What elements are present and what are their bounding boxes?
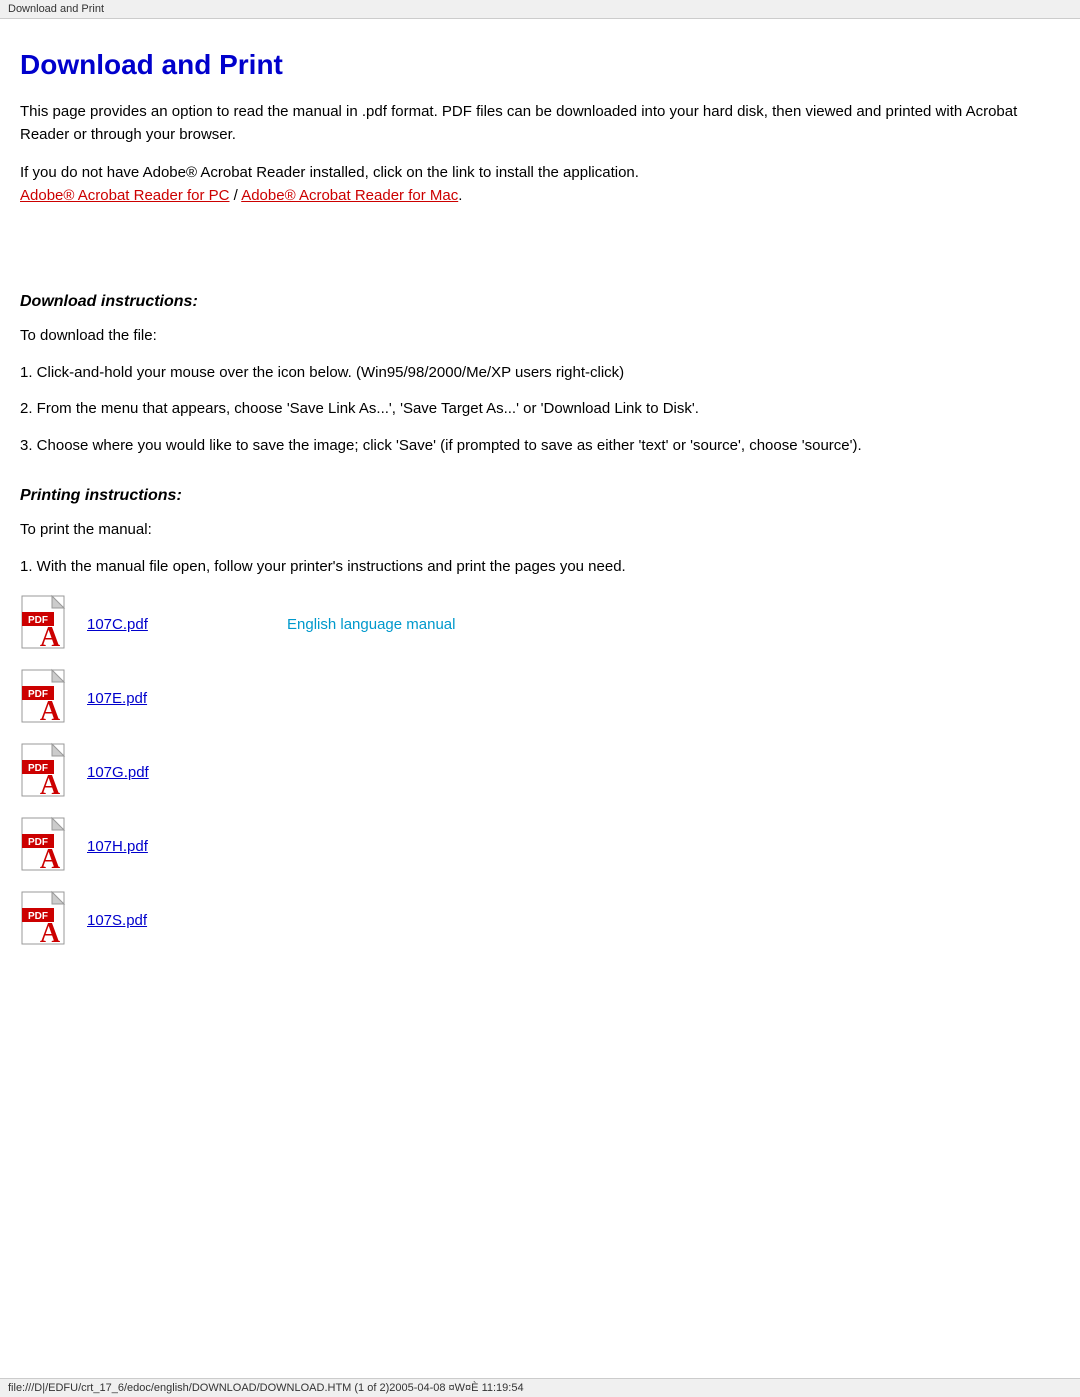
svg-text:A: A xyxy=(40,844,61,875)
pdf-file-link[interactable]: 107H.pdf xyxy=(87,838,207,855)
download-intro-text: To download the file: xyxy=(20,325,1040,348)
intro-paragraph-1: This page provides an option to read the… xyxy=(20,101,1040,146)
pdf-icon: PDFA xyxy=(20,816,75,876)
printing-step-1: 1. With the manual file open, follow you… xyxy=(20,556,1040,579)
svg-text:A: A xyxy=(40,918,61,949)
pdf-icon: PDFA xyxy=(20,668,75,728)
pdf-icon: PDFA xyxy=(20,890,75,950)
intro-text-2: If you do not have Adobe® Acrobat Reader… xyxy=(20,164,639,181)
intro-paragraph-2: If you do not have Adobe® Acrobat Reader… xyxy=(20,162,1040,207)
pdf-row: PDFA 107G.pdf xyxy=(20,742,1040,802)
svg-text:A: A xyxy=(40,696,61,727)
download-instructions-heading: Download instructions: xyxy=(20,293,1040,311)
printing-intro-text: To print the manual: xyxy=(20,519,1040,542)
status-bar-text: file:///D|/EDFU/crt_17_6/edoc/english/DO… xyxy=(8,1382,524,1394)
period: . xyxy=(458,187,462,204)
pdf-description: English language manual xyxy=(287,616,455,633)
svg-text:A: A xyxy=(40,622,61,653)
pdf-file-link[interactable]: 107G.pdf xyxy=(87,764,207,781)
download-step-1: 1. Click-and-hold your mouse over the ic… xyxy=(20,362,1040,385)
pdf-row: PDFA 107C.pdf English language manual xyxy=(20,594,1040,654)
download-step-2: 2. From the menu that appears, choose 'S… xyxy=(20,398,1040,421)
svg-text:A: A xyxy=(40,770,61,801)
pdf-file-link[interactable]: 107E.pdf xyxy=(87,690,207,707)
pdf-file-link[interactable]: 107C.pdf xyxy=(87,616,207,633)
pdf-icon: PDFA xyxy=(20,742,75,802)
spacer-2 xyxy=(20,243,1040,263)
page-heading: Download and Print xyxy=(20,49,1040,81)
pdf-list: PDFA 107C.pdf English language manual PDFA 1… xyxy=(20,594,1040,950)
status-bar: file:///D|/EDFU/crt_17_6/edoc/english/DO… xyxy=(0,1378,1080,1397)
pdf-file-link[interactable]: 107S.pdf xyxy=(87,912,207,929)
pdf-row: PDFA 107H.pdf xyxy=(20,816,1040,876)
main-content: Download and Print This page provides an… xyxy=(0,19,1080,1024)
acrobat-reader-pc-link[interactable]: Adobe® Acrobat Reader for PC xyxy=(20,187,230,204)
browser-title-bar: Download and Print xyxy=(0,0,1080,19)
acrobat-reader-mac-link[interactable]: Adobe® Acrobat Reader for Mac xyxy=(241,187,458,204)
link-separator: / xyxy=(230,187,242,204)
download-step-3: 3. Choose where you would like to save t… xyxy=(20,435,1040,458)
pdf-icon: PDFA xyxy=(20,594,75,654)
browser-title-text: Download and Print xyxy=(8,3,104,15)
pdf-row: PDFA 107E.pdf xyxy=(20,668,1040,728)
printing-instructions-heading: Printing instructions: xyxy=(20,487,1040,505)
pdf-row: PDFA 107S.pdf xyxy=(20,890,1040,950)
spacer-1 xyxy=(20,223,1040,243)
